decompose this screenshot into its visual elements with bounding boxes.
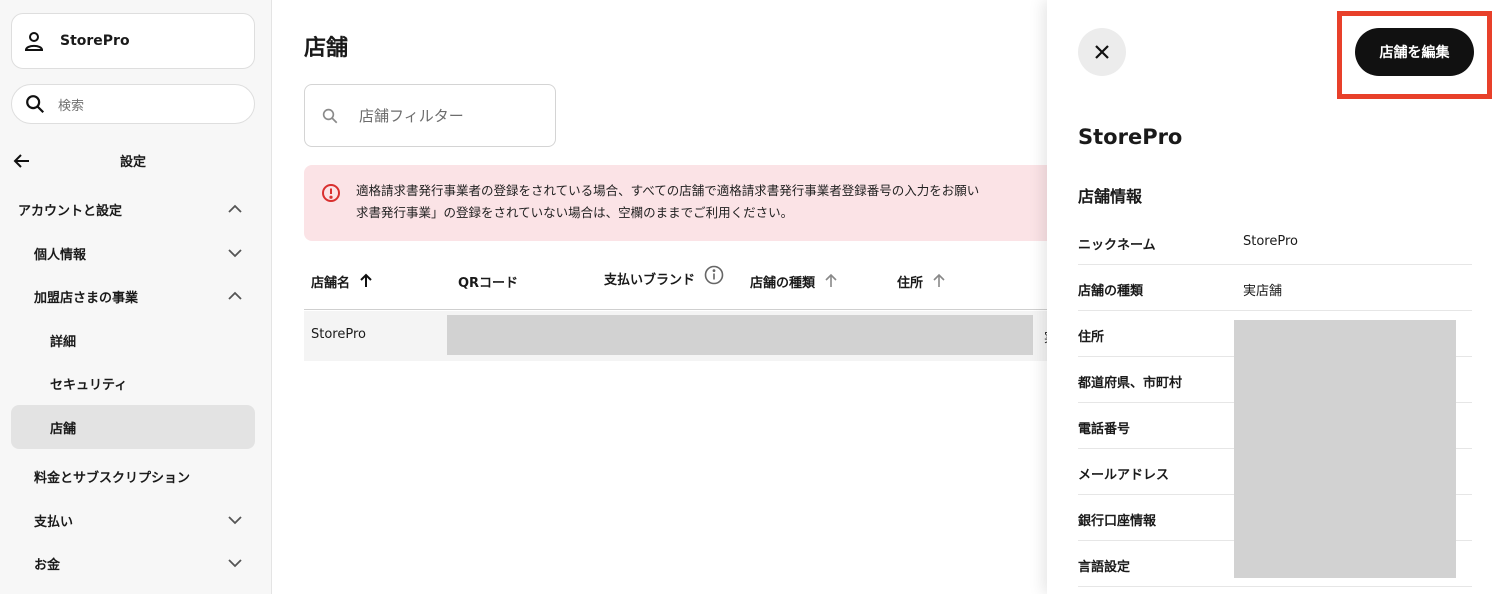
chevron-down-icon xyxy=(228,559,242,568)
field-label: 住所 xyxy=(1078,330,1105,345)
search-icon xyxy=(322,108,338,123)
sidebar-item-label: 料金とサブスクリプション xyxy=(34,470,191,486)
table-row[interactable]: StorePro 実 xyxy=(304,311,1047,361)
store-info-heading: 店舗情報 xyxy=(1078,187,1143,206)
column-header-store-type[interactable]: 店舗の種類 xyxy=(750,252,839,310)
field-value: StorePro xyxy=(1243,234,1298,249)
alert-text: 適格請求書発行事業者の登録をされている場合、すべての店舗で適格請求書発行事業者登… xyxy=(356,180,1047,224)
store-name-cell: StorePro xyxy=(311,327,366,342)
back-to-settings[interactable]: 設定 xyxy=(0,140,271,180)
column-header-qr-code: QRコード xyxy=(458,252,518,310)
header-label: QRコード xyxy=(458,275,519,291)
column-header-store-name[interactable]: 店舗名 xyxy=(311,252,374,310)
sidebar-item-account-settings[interactable]: アカウントと設定 xyxy=(0,189,271,229)
field-label: 言語設定 xyxy=(1078,560,1131,575)
column-header-address[interactable]: 住所 xyxy=(897,252,947,310)
field-nickname: ニックネーム StorePro xyxy=(1078,219,1472,265)
alert-line-1: 適格請求書発行事業者の登録をされている場合、すべての店舗で適格請求書発行事業者登… xyxy=(356,183,980,198)
sidebar-item-personal-info[interactable]: 個人情報 xyxy=(0,233,271,273)
filter-placeholder: 店舗フィルター xyxy=(359,107,464,125)
sidebar-item-payments[interactable]: 支払い xyxy=(0,500,271,540)
table-divider xyxy=(304,309,1047,310)
alert-line-2: 求書発行事業」の登録をされていない場合は、空欄のままでご利用ください。 xyxy=(356,205,794,220)
sidebar-item-label: 支払い xyxy=(34,514,74,530)
sidebar-item-details[interactable]: 詳細 xyxy=(0,320,271,360)
field-label: 都道府県、市町村 xyxy=(1078,376,1183,391)
redacted-area xyxy=(1234,320,1456,578)
chevron-up-icon xyxy=(228,204,242,213)
sidebar-item-label: 加盟店さまの事業 xyxy=(34,290,139,306)
field-label: ニックネーム xyxy=(1078,238,1156,253)
column-header-payment-brand: 支払いブランド xyxy=(604,252,699,310)
sidebar-item-stores[interactable]: 店舗 xyxy=(11,405,255,449)
highlight-box xyxy=(1337,11,1492,99)
invoice-alert: 適格請求書発行事業者の登録をされている場合、すべての店舗で適格請求書発行事業者登… xyxy=(304,165,1047,241)
user-icon xyxy=(24,32,44,51)
sidebar-search[interactable]: 検索 xyxy=(11,84,255,124)
sidebar-item-label: セキュリティ xyxy=(50,377,128,393)
arrow-up-icon[interactable] xyxy=(358,273,374,289)
panel-title: StorePro xyxy=(1078,125,1183,149)
sidebar-item-label: 個人情報 xyxy=(34,247,87,263)
store-switcher[interactable]: StorePro xyxy=(11,13,255,69)
page-title: 店舗 xyxy=(304,36,349,61)
field-label: メールアドレス xyxy=(1078,468,1170,483)
header-label: 店舗名 xyxy=(311,275,351,291)
sidebar-item-label: 詳細 xyxy=(50,334,77,350)
sidebar-item-money[interactable]: お金 xyxy=(0,543,271,583)
field-label: 電話番号 xyxy=(1078,422,1131,437)
sidebar-item-label: アカウントと設定 xyxy=(18,203,123,219)
chevron-up-icon xyxy=(228,291,242,300)
sidebar-item-merchant-business[interactable]: 加盟店さまの事業 xyxy=(0,276,271,316)
sidebar: StorePro 検索 設定 アカウントと設定 個人情報 加盟店さまの事業 詳細… xyxy=(0,0,272,594)
field-store-type: 店舗の種類 実店舗 xyxy=(1078,265,1472,311)
arrow-up-icon[interactable] xyxy=(823,273,839,289)
field-value: 実店舗 xyxy=(1243,284,1283,299)
chevron-down-icon xyxy=(228,516,242,525)
store-name: StorePro xyxy=(60,33,130,49)
redacted-area xyxy=(447,315,1033,355)
header-label: 住所 xyxy=(897,275,924,291)
header-label: 店舗の種類 xyxy=(750,275,816,291)
sidebar-item-label: 店舗 xyxy=(50,421,77,437)
store-detail-panel: 店舗を編集 StorePro 店舗情報 ニックネーム StorePro 店舗の種… xyxy=(1047,0,1500,594)
main-content: 店舗 店舗フィルター 適格請求書発行事業者の登録をされている場合、すべての店舗で… xyxy=(272,0,1047,594)
field-label: 銀行口座情報 xyxy=(1078,514,1157,529)
settings-label: 設定 xyxy=(119,155,146,170)
search-placeholder: 検索 xyxy=(58,98,85,114)
search-icon xyxy=(26,95,45,114)
sidebar-item-security[interactable]: セキュリティ xyxy=(0,363,271,403)
sidebar-item-pricing-subscription[interactable]: 料金とサブスクリプション xyxy=(0,456,271,496)
header-label: 支払いブランド xyxy=(604,273,696,288)
close-icon xyxy=(1095,45,1109,59)
alert-circle-icon xyxy=(322,184,340,202)
field-label: 店舗の種類 xyxy=(1078,284,1144,299)
chevron-down-icon xyxy=(228,249,242,258)
store-filter-input[interactable]: 店舗フィルター xyxy=(304,84,556,147)
info-icon[interactable] xyxy=(704,265,724,285)
sidebar-item-label: お金 xyxy=(34,557,61,573)
close-button[interactable] xyxy=(1078,28,1126,76)
arrow-up-icon[interactable] xyxy=(931,273,947,289)
